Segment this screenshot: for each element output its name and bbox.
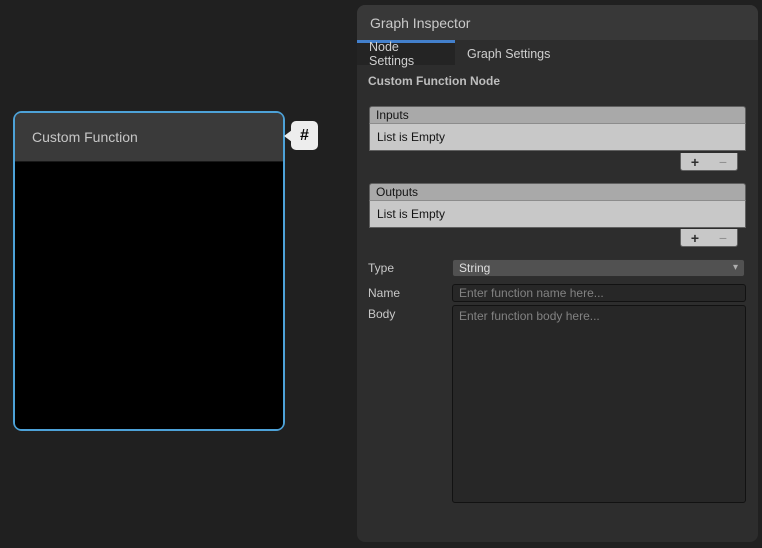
type-dropdown[interactable]: String ▾ xyxy=(452,259,745,277)
graph-inspector-panel: Graph Inspector Node Settings Graph Sett… xyxy=(357,5,758,542)
minus-icon: − xyxy=(719,154,727,170)
inputs-list: Inputs List is Empty + − xyxy=(369,106,746,171)
outputs-list-footer: + − xyxy=(680,229,738,247)
chevron-down-icon: ▾ xyxy=(733,263,738,273)
inputs-remove-button[interactable]: − xyxy=(709,154,737,170)
node-settings-heading: Custom Function Node xyxy=(368,74,758,88)
inspector-tabbar: Node Settings Graph Settings xyxy=(357,40,758,65)
inputs-list-empty-row: List is Empty xyxy=(369,124,746,151)
tab-graph-settings[interactable]: Graph Settings xyxy=(455,40,562,65)
outputs-list-empty-row: List is Empty xyxy=(369,201,746,228)
badge-pointer-icon xyxy=(284,130,292,142)
hash-badge-label: # xyxy=(300,127,309,145)
outputs-add-button[interactable]: + xyxy=(681,230,709,246)
node-title-bar[interactable]: Custom Function xyxy=(15,113,283,162)
inputs-list-header-label: Inputs xyxy=(376,108,409,122)
inputs-list-header: Inputs xyxy=(369,106,746,124)
function-name-input[interactable] xyxy=(452,284,746,302)
custom-function-node[interactable]: Custom Function xyxy=(13,111,285,431)
name-label: Name xyxy=(368,284,400,302)
hash-badge[interactable]: # xyxy=(291,121,318,150)
plus-icon: + xyxy=(691,230,699,246)
minus-icon: − xyxy=(719,230,727,246)
inputs-add-button[interactable]: + xyxy=(681,154,709,170)
outputs-list-header: Outputs xyxy=(369,183,746,201)
outputs-empty-label: List is Empty xyxy=(377,207,445,221)
outputs-list: Outputs List is Empty + − xyxy=(369,183,746,228)
type-dropdown-value: String xyxy=(459,261,490,275)
graph-inspector-title: Graph Inspector xyxy=(370,15,470,31)
node-preview-area xyxy=(15,163,283,429)
shader-graph-editor: Custom Function # Graph Inspector Node S… xyxy=(0,0,762,548)
graph-inspector-titlebar[interactable]: Graph Inspector xyxy=(357,5,758,40)
inputs-empty-label: List is Empty xyxy=(377,130,445,144)
outputs-remove-button[interactable]: − xyxy=(709,230,737,246)
plus-icon: + xyxy=(691,154,699,170)
outputs-list-header-label: Outputs xyxy=(376,185,418,199)
tab-node-settings-label: Node Settings xyxy=(369,40,443,68)
type-label: Type xyxy=(368,259,394,277)
tab-graph-settings-label: Graph Settings xyxy=(467,47,550,61)
body-label: Body xyxy=(368,305,395,323)
node-title: Custom Function xyxy=(32,129,138,145)
inputs-list-footer: + − xyxy=(680,153,738,171)
function-body-textarea[interactable] xyxy=(452,305,746,503)
tab-node-settings[interactable]: Node Settings xyxy=(357,40,455,65)
